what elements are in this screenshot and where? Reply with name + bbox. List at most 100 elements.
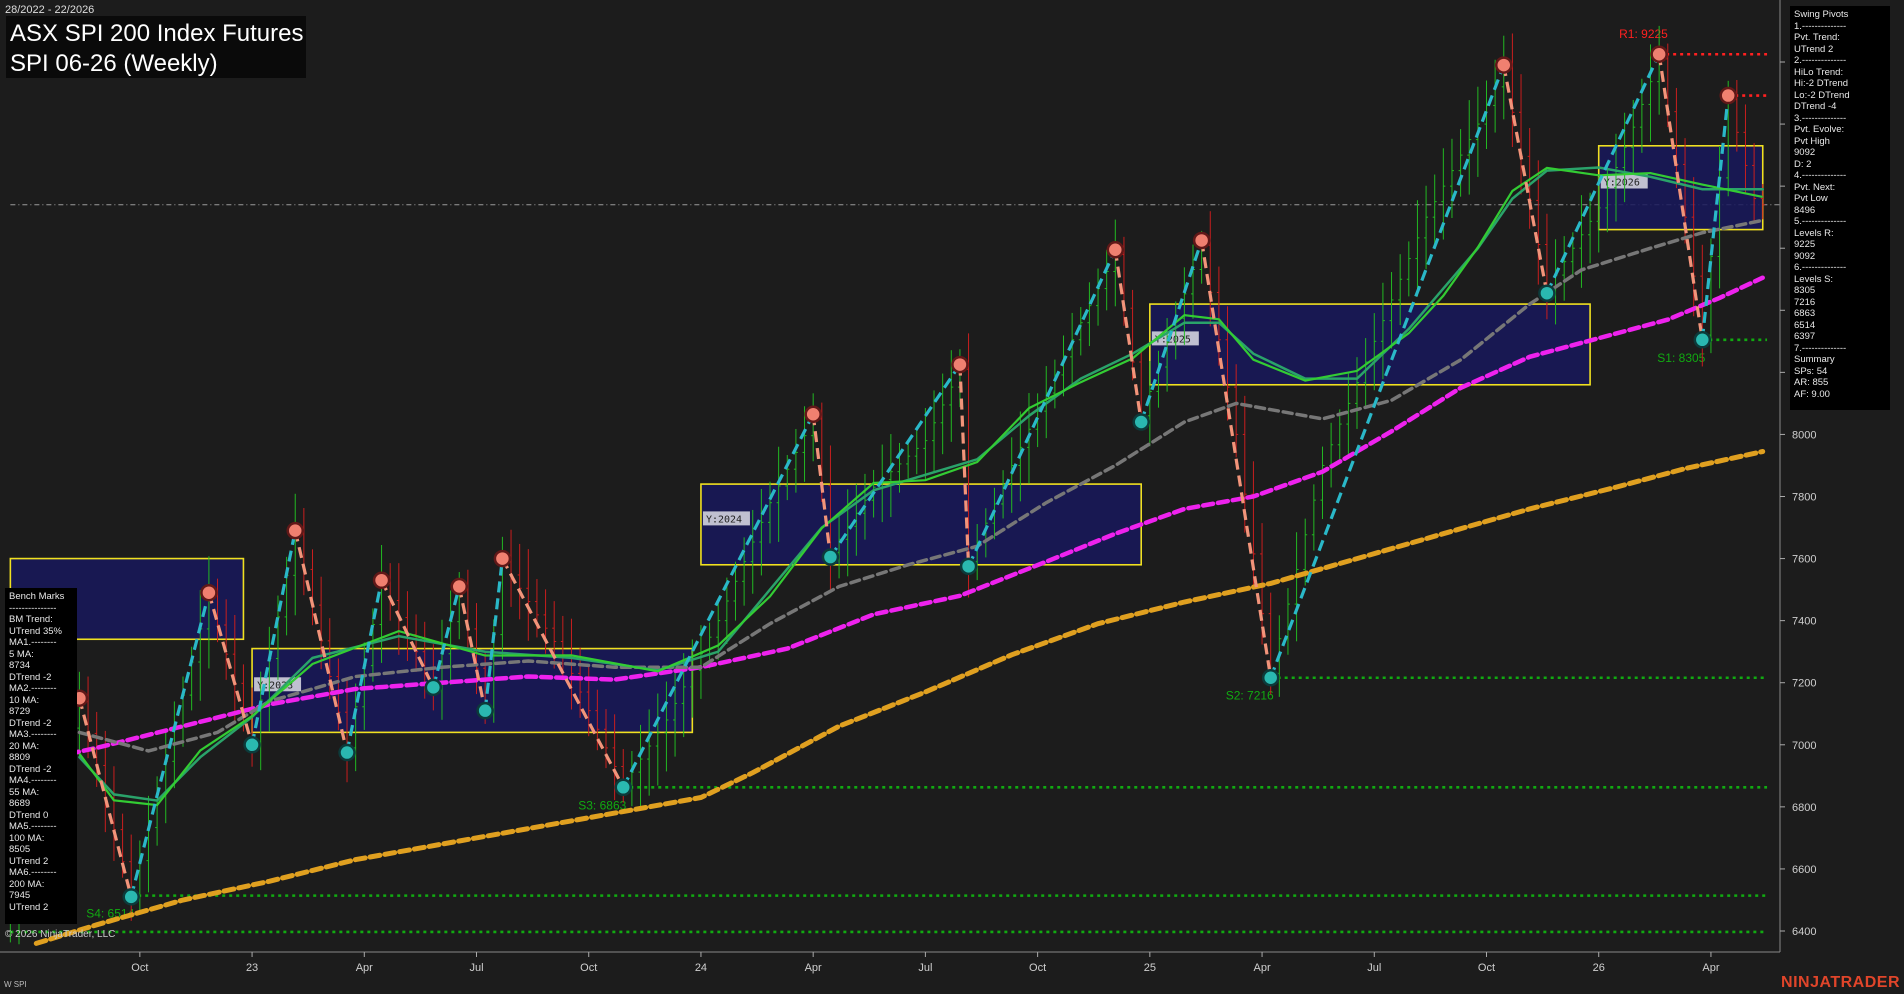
bench-panel-line: 5 MA:: [9, 648, 34, 660]
date-range: 28/2022 - 22/2026: [5, 4, 95, 16]
swing-panel-line: AR: 855: [1794, 377, 1829, 388]
swing-panel-line: Pvt High: [1794, 135, 1830, 147]
time-tick-label: 23: [246, 962, 258, 974]
bench-panel-line: ---------------: [9, 602, 57, 614]
bench-panel-line: 200 MA:: [9, 878, 45, 890]
price-chart[interactable]: Y:2023Y:2024Y:2025Y:2026 R1: 9225S1: 830…: [0, 0, 1904, 994]
swing-panel-line: Swing Pivots: [1794, 9, 1849, 20]
bench-marks-panel: Bench Marks --------------- BM Trend: UTren…: [5, 588, 77, 924]
swing-panel-line: 4.--------------: [1794, 170, 1847, 181]
bench-panel-line: UTrend 2: [9, 901, 49, 913]
bench-panel-line: UTrend 35%: [9, 625, 62, 637]
bench-panel-line: DTrend -2: [9, 717, 52, 729]
swing-high-marker: [200, 583, 218, 602]
swing-high-marker: [1106, 241, 1125, 259]
swing-panel-line: HiLo Trend:: [1794, 66, 1844, 78]
price-tick-label: 7200: [1792, 678, 1816, 690]
swing-panel-line: 8305: [1794, 285, 1816, 296]
swing-low-marker: [1261, 668, 1280, 687]
swing-high-marker: [1650, 45, 1668, 63]
swing-panel-line: 3.--------------: [1794, 112, 1847, 124]
swing-low-marker: [424, 678, 443, 697]
swing-panel-line: SPs: 54: [1794, 365, 1828, 377]
swing-panel-line: 6863: [1794, 308, 1816, 319]
price-tick-label: 6600: [1792, 864, 1816, 876]
swing-panel-line: Levels S:: [1794, 273, 1834, 285]
bench-panel-line: MA1.--------: [9, 637, 57, 648]
swing-low-marker: [614, 778, 633, 797]
swing-panel-line: AF: 9.00: [1794, 388, 1830, 400]
swing-panel-line: D: 2: [1794, 158, 1812, 170]
time-tick-label: Oct: [1029, 962, 1046, 974]
time-tick-label: Apr: [1702, 962, 1719, 974]
time-tick-label: Jul: [469, 962, 483, 974]
swing-high-marker: [372, 571, 391, 590]
swing-panel-line: Pvt. Next:: [1794, 181, 1836, 193]
bench-panel-line: MA6.--------: [9, 867, 57, 878]
time-tick-label: Oct: [1478, 962, 1495, 974]
swing-high-marker: [951, 355, 969, 374]
swing-panel-line: 9092: [1794, 250, 1816, 262]
bench-panel-line: 20 MA:: [9, 740, 40, 752]
chart-subtitle: SPI 06-26 (Weekly): [10, 50, 218, 77]
bench-panel-line: MA5.--------: [9, 821, 57, 832]
swing-high-marker: [804, 405, 822, 424]
swing-low-marker: [959, 557, 978, 576]
time-tick-label: Oct: [131, 962, 148, 974]
swing-panel-line: 9092: [1794, 147, 1816, 158]
time-tick-label: Apr: [1253, 962, 1270, 974]
time-tick-label: Jul: [918, 962, 932, 974]
swing-panel-line: UTrend 2: [1794, 43, 1834, 55]
swing-low-marker: [122, 888, 140, 906]
time-tick-label: 25: [1144, 962, 1156, 974]
level-label-s2: S2: 7216: [1226, 689, 1274, 703]
bench-panel-line: 55 MA:: [9, 786, 40, 798]
bench-panel-line: MA2.--------: [9, 683, 57, 694]
swing-high-marker: [1719, 86, 1737, 105]
bench-panel-line: 8689: [9, 798, 31, 809]
bench-panel-line: 10 MA:: [9, 694, 40, 706]
swing-low-marker: [821, 548, 840, 566]
swing-high-marker: [450, 577, 468, 596]
year-range-box: [700, 483, 1143, 566]
swing-panel-line: 2.--------------: [1794, 55, 1847, 66]
bench-panel-line: 8809: [9, 752, 31, 763]
swing-high-marker: [1495, 56, 1513, 74]
time-tick-label: Apr: [356, 962, 373, 974]
bench-panel-line: MA4.--------: [9, 775, 57, 786]
swing-high-marker: [493, 549, 512, 568]
swing-panel-line: 9225: [1794, 239, 1816, 250]
swing-panel-line: DTrend -4: [1794, 101, 1837, 112]
price-tick-label: 7400: [1792, 616, 1816, 628]
swing-panel-line: 6.--------------: [1794, 262, 1847, 273]
price-tick-label: 7800: [1792, 492, 1816, 504]
time-tick-label: Apr: [805, 962, 822, 974]
instrument-ticker: W SPI: [4, 980, 27, 989]
swing-panel-line: Pvt. Evolve:: [1794, 124, 1845, 135]
swing-panel-line: 1.--------------: [1794, 20, 1847, 32]
swing-panel-line: Levels R:: [1794, 227, 1834, 239]
swing-panel-line: Hi:-2 DTrend: [1794, 78, 1849, 89]
price-tick-label: 8000: [1792, 429, 1816, 441]
price-tick-label: 6800: [1792, 802, 1816, 814]
swing-low-marker: [1132, 413, 1150, 431]
swing-panel-line: 8496: [1794, 204, 1816, 216]
swing-panel-line: Summary: [1794, 354, 1835, 365]
copyright-text: © 2026 NinjaTrader, LLC: [5, 929, 116, 940]
swing-panel-line: 7216: [1794, 296, 1816, 308]
swing-low-marker: [1693, 331, 1712, 349]
swing-low-marker: [476, 701, 494, 720]
bench-panel-line: 8734: [9, 660, 31, 671]
swing-high-marker: [1192, 231, 1211, 250]
level-label-r1: R1: 9225: [1619, 27, 1668, 41]
bench-panel-line: DTrend 0: [9, 809, 49, 821]
time-tick-label: Oct: [580, 962, 597, 974]
year-box-label: Y:2024: [706, 514, 742, 525]
swing-panel-line: 7.--------------: [1794, 342, 1847, 354]
bench-panel-line: DTrend -2: [9, 671, 52, 683]
year-range-box: [1149, 303, 1591, 386]
swing-panel-line: 6514: [1794, 319, 1816, 331]
swing-panel-line: 6397: [1794, 331, 1816, 342]
swing-panel-line: Pvt Low: [1794, 193, 1828, 204]
bench-panel-line: 100 MA:: [9, 832, 45, 844]
